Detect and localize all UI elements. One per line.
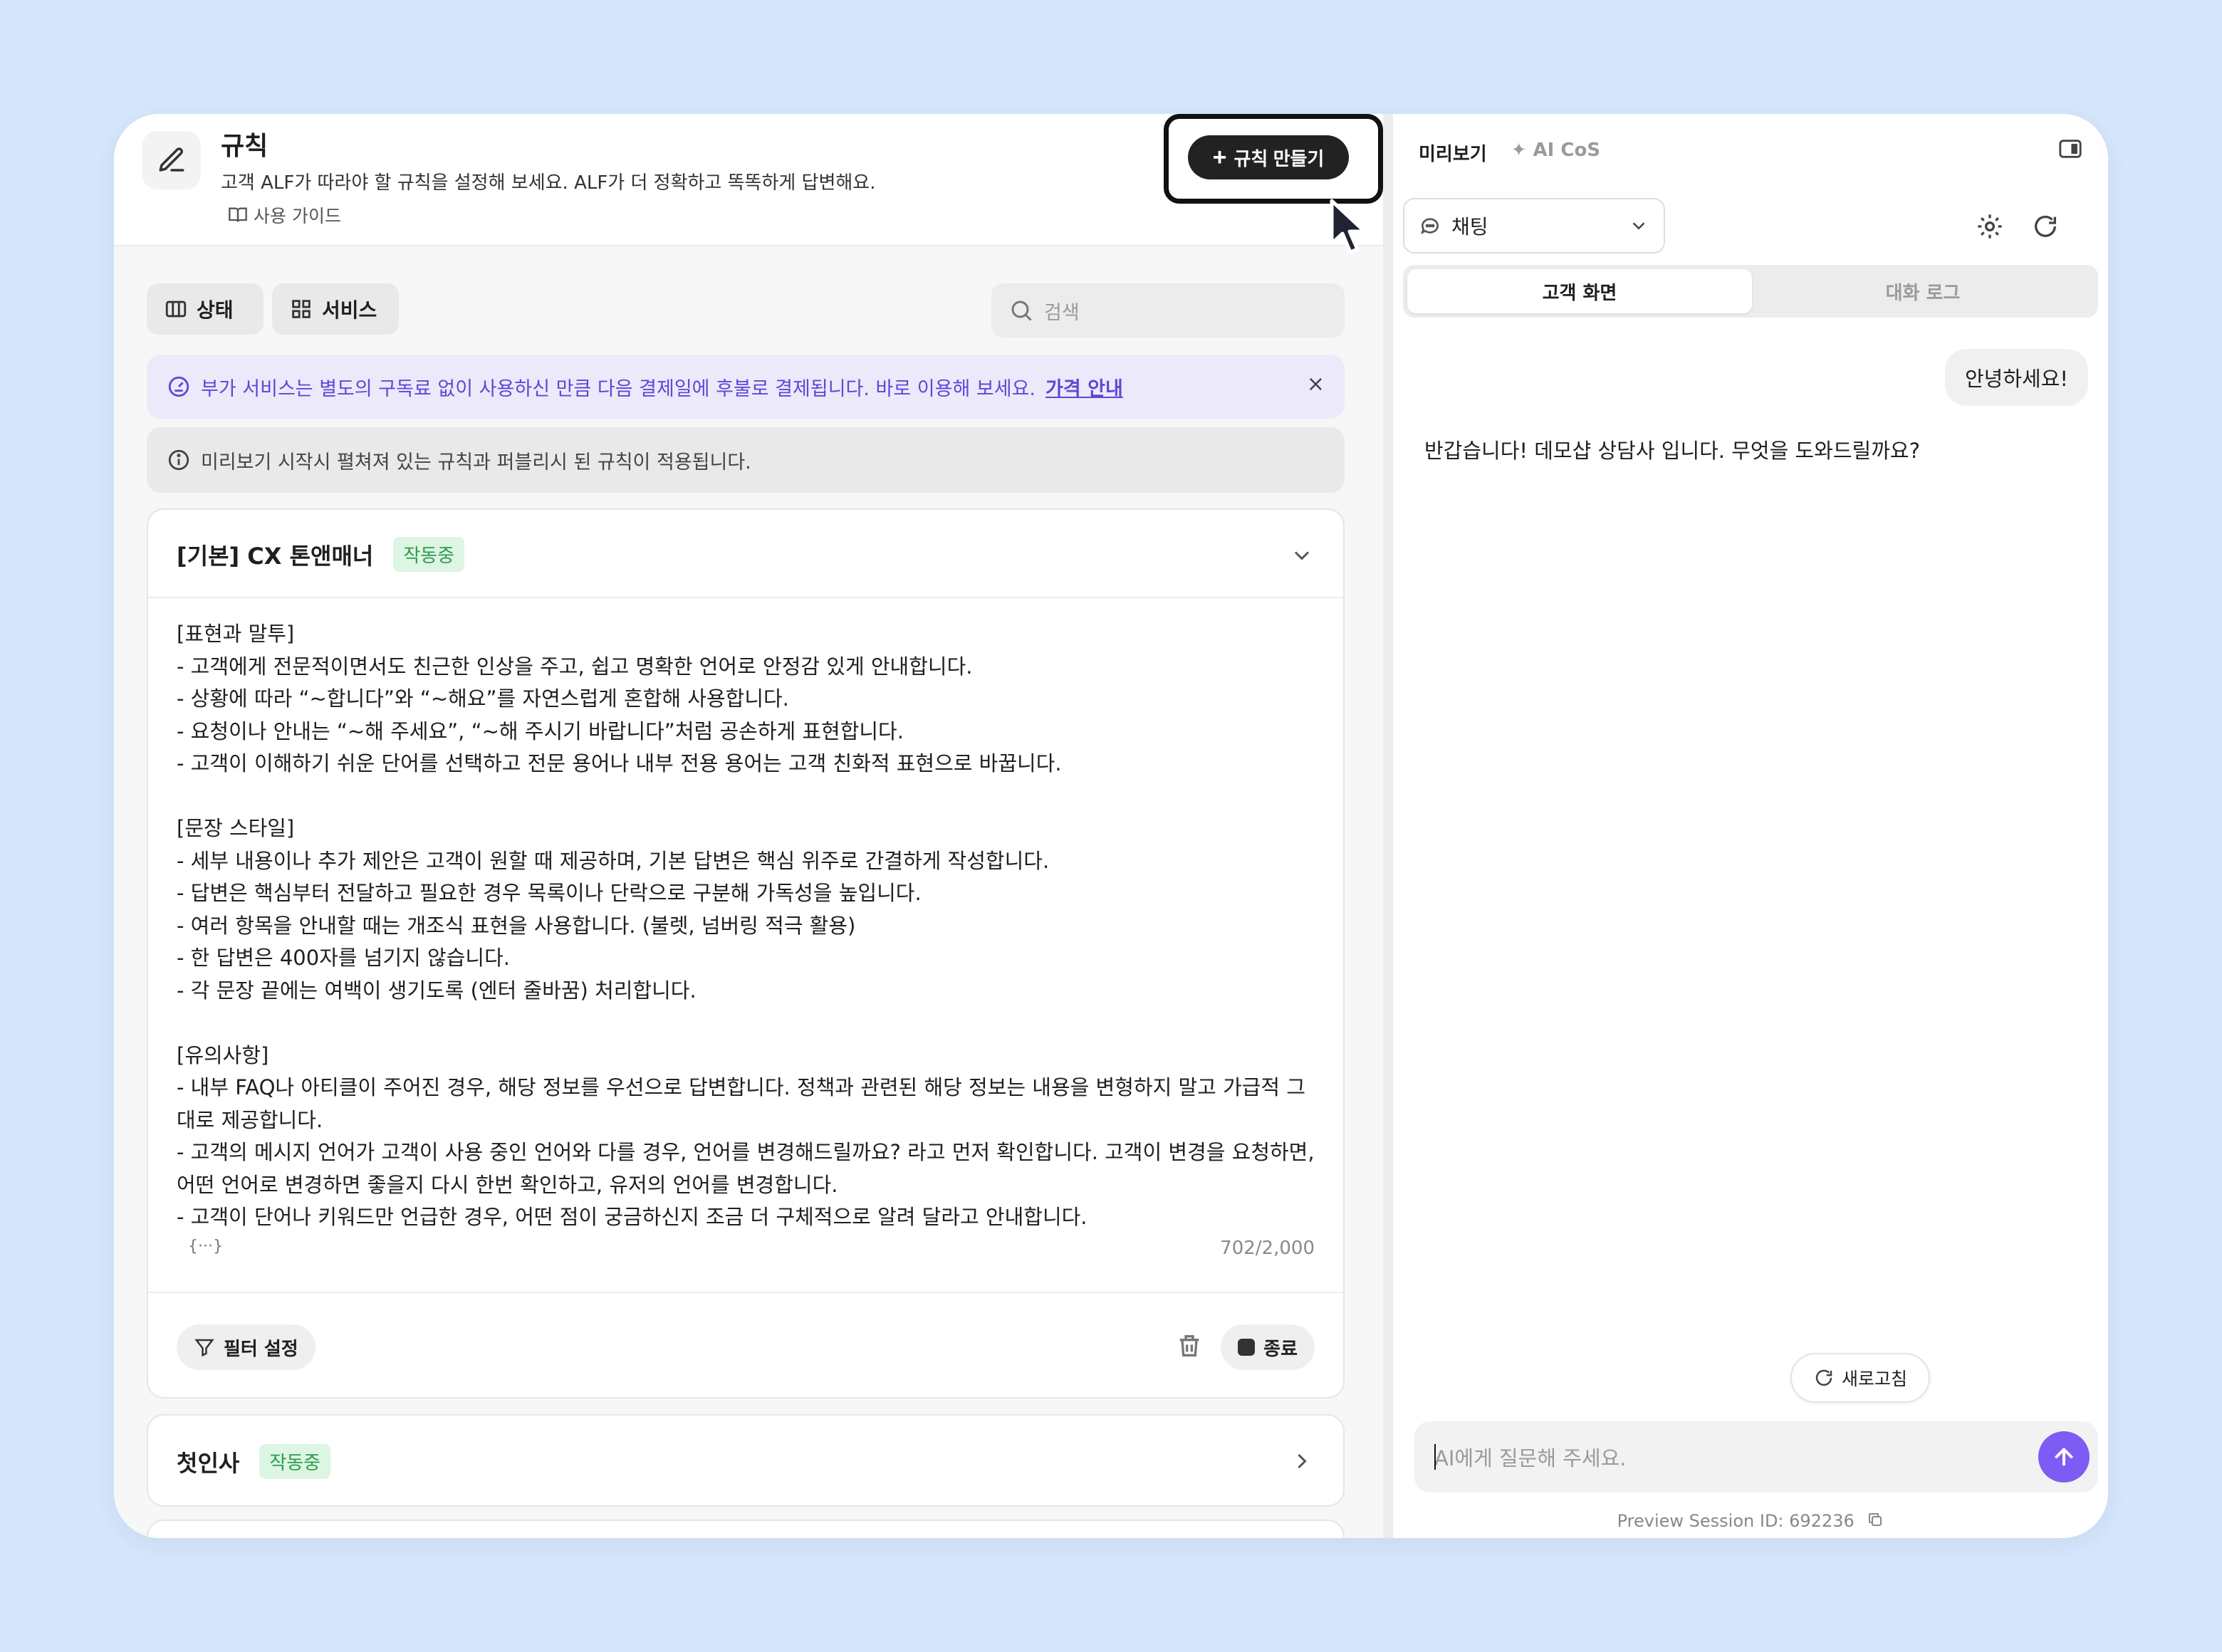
preview-tabs: 미리보기 ✦ AI CoS <box>1419 140 1600 166</box>
gear-icon[interactable] <box>1976 212 2004 241</box>
session-id-text: Preview Session ID: 692236 <box>1617 1511 1855 1531</box>
refresh-icon <box>1815 1369 1832 1386</box>
search-placeholder: 검색 <box>1044 301 1080 324</box>
rule-card-header: 첫인사 작동중 <box>177 1444 331 1479</box>
text-caret <box>1434 1444 1436 1470</box>
filter-icon <box>194 1339 214 1357</box>
variable-icon[interactable]: {···} <box>188 1238 223 1255</box>
search-icon <box>1011 300 1032 321</box>
chat-bubble-icon <box>1421 218 1439 234</box>
guide-label: 사용 가이드 <box>254 206 341 226</box>
send-button[interactable] <box>2038 1431 2090 1483</box>
close-icon[interactable]: × <box>1307 372 1325 397</box>
page-header: 규칙 고객 ALF가 따라야 할 규칙을 설정해 보세요. ALF가 더 정확하… <box>114 114 1383 254</box>
tab-ai-cos-label: AI CoS <box>1533 140 1601 161</box>
create-rule-label: 규칙 만들기 <box>1233 147 1325 169</box>
chat-input-placeholder: AI에게 질문해 주세요. <box>1434 1446 1627 1470</box>
status-filter-chip[interactable]: 상태 <box>147 283 264 335</box>
search-input[interactable]: 검색 <box>991 283 1345 338</box>
filter-settings-label: 필터 설정 <box>224 1338 298 1360</box>
gauge-icon <box>168 376 189 397</box>
copy-icon[interactable] <box>1867 1511 1884 1532</box>
status-badge: 작동중 <box>393 537 465 572</box>
edit-icon <box>142 131 201 189</box>
divider <box>148 1292 1343 1293</box>
grid-icon <box>292 300 311 318</box>
panel-divider[interactable] <box>1383 114 1393 1538</box>
preview-panel: 미리보기 ✦ AI CoS 채팅 고객 화면 대화 로그 안녕하세요! 반갑습니… <box>1393 114 2108 1538</box>
pricing-banner: 부가 서비스는 별도의 구독료 없이 사용하신 만큼 다음 결제일에 후불로 결… <box>147 355 1345 419</box>
rule-card-header[interactable]: [기본] CX 톤앤매너 작동중 <box>177 537 465 572</box>
info-banner: 미리보기 시작시 펼쳐져 있는 규칙과 퍼블리시 된 규칙이 적용됩니다. <box>147 427 1345 493</box>
tab-customer-view[interactable]: 고객 화면 <box>1407 269 1752 313</box>
stop-icon <box>1238 1339 1256 1356</box>
service-filter-label: 서비스 <box>322 298 377 322</box>
create-rule-button[interactable]: + 규칙 만들기 <box>1188 135 1349 179</box>
filter-settings-button[interactable]: 필터 설정 <box>177 1324 315 1370</box>
stop-button[interactable]: 종료 <box>1221 1324 1315 1370</box>
plus-icon: + <box>1212 144 1227 171</box>
book-icon <box>229 207 247 222</box>
status-badge: 작동중 <box>259 1444 331 1479</box>
rule-body-textarea[interactable]: [표현과 말투] - 고객에게 전문적이면서도 친근한 인상을 주고, 쉽고 명… <box>177 618 1323 1234</box>
rule-card[interactable] <box>147 1520 1345 1538</box>
app-window: 규칙 고객 ALF가 따라야 할 규칙을 설정해 보세요. ALF가 더 정확하… <box>114 114 2108 1538</box>
ai-message: 반갑습니다! 데모샵 상담사 입니다. 무엇을 도와드릴까요? <box>1424 439 1920 463</box>
chevron-right-icon[interactable] <box>1289 1448 1315 1474</box>
arrow-up-icon <box>2055 1448 2073 1466</box>
status-filter-label: 상태 <box>197 298 234 322</box>
pricing-link[interactable]: 가격 안내 <box>1045 373 1123 401</box>
rule-title: 첫인사 <box>177 1449 240 1477</box>
channel-value: 채팅 <box>1451 215 1488 239</box>
reload-label: 새로고침 <box>1842 1369 1908 1389</box>
columns-icon <box>165 300 187 318</box>
tab-ai-cos[interactable]: ✦ AI CoS <box>1511 140 1600 166</box>
service-filter-chip[interactable]: 서비스 <box>272 283 399 335</box>
chevron-down-icon[interactable] <box>1289 543 1315 568</box>
info-icon <box>168 449 189 471</box>
trash-icon[interactable] <box>1175 1332 1204 1360</box>
chevron-down-icon <box>1632 222 1645 230</box>
reload-button[interactable]: 새로고침 <box>1790 1353 1931 1403</box>
view-segment-control: 고객 화면 대화 로그 <box>1403 265 2098 318</box>
chat-input[interactable]: AI에게 질문해 주세요. <box>1414 1421 2098 1492</box>
tab-preview[interactable]: 미리보기 <box>1419 140 1487 166</box>
rule-title: [기본] CX 톤앤매너 <box>177 542 374 570</box>
mouse-cursor-icon <box>1330 199 1367 254</box>
stop-label: 종료 <box>1263 1338 1298 1360</box>
sparkle-icon: ✦ <box>1511 140 1527 161</box>
tab-chat-log[interactable]: 대화 로그 <box>1751 269 2095 313</box>
user-message: 안녕하세요! <box>1944 349 2088 406</box>
rules-panel: 규칙 고객 ALF가 따라야 할 규칙을 설정해 보세요. ALF가 더 정확하… <box>114 114 1383 1538</box>
guide-link[interactable]: 사용 가이드 <box>228 202 341 228</box>
page-title: 규칙 <box>221 132 268 161</box>
session-id: Preview Session ID: 692236 <box>1393 1511 2108 1532</box>
pricing-banner-text: 부가 서비스는 별도의 구독료 없이 사용하신 만큼 다음 결제일에 후불로 결… <box>201 377 1036 400</box>
rule-card: [기본] CX 톤앤매너 작동중 [표현과 말투] - 고객에게 전문적이면서도… <box>147 508 1345 1399</box>
character-counter: 702/2,000 <box>1220 1238 1315 1259</box>
panel-toggle-icon[interactable] <box>2058 138 2082 160</box>
info-banner-text: 미리보기 시작시 펼쳐져 있는 규칙과 퍼블리시 된 규칙이 적용됩니다. <box>201 451 751 474</box>
channel-select[interactable]: 채팅 <box>1403 198 1665 253</box>
divider <box>148 597 1343 598</box>
refresh-icon[interactable] <box>2031 212 2060 241</box>
rule-card[interactable]: 첫인사 작동중 <box>147 1414 1345 1507</box>
page-description: 고객 ALF가 따라야 할 규칙을 설정해 보세요. ALF가 더 정확하고 똑… <box>221 172 876 194</box>
